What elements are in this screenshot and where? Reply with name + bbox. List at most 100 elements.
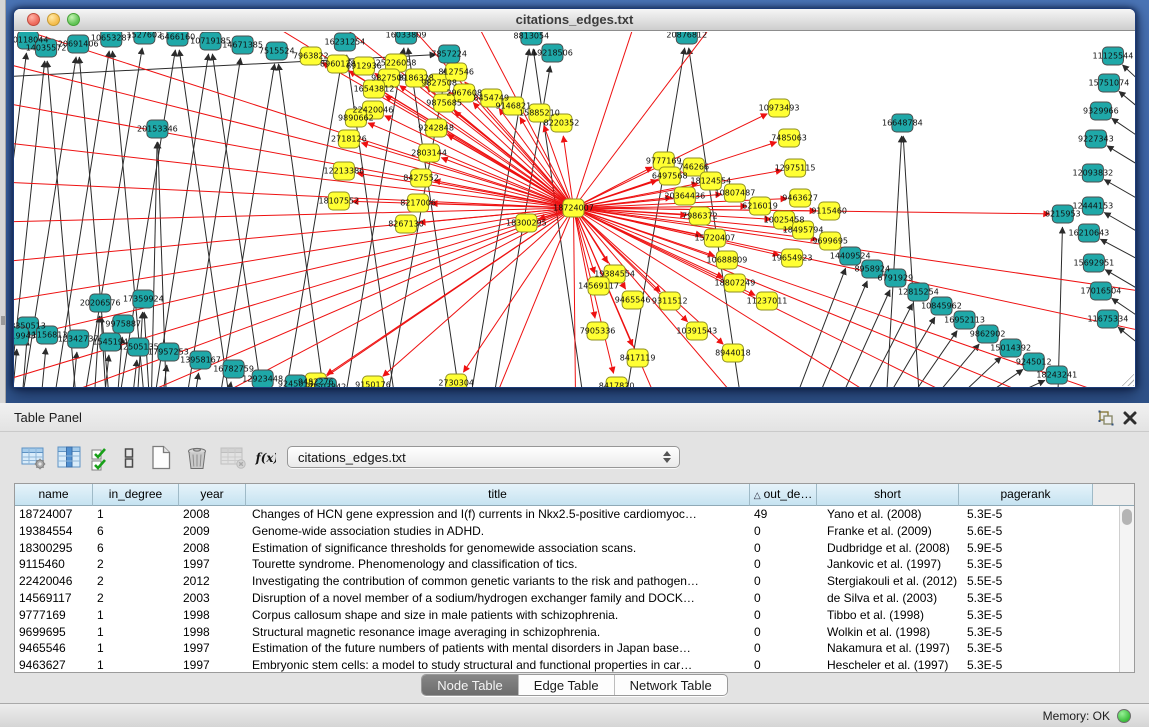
table-cell-year[interactable]: 1998 <box>179 624 246 641</box>
table-cell-name[interactable]: 9463627 <box>15 657 93 672</box>
table-cell-short[interactable]: Jankovic et al. (1997) <box>817 556 959 573</box>
table-cell-in_degree[interactable]: 6 <box>93 540 179 557</box>
table-cell-in_degree[interactable]: 1 <box>93 607 179 624</box>
column-select-button[interactable] <box>90 443 112 473</box>
table-cell-out_de[interactable]: 0 <box>750 556 817 573</box>
column-header-in_degree[interactable]: in_degree <box>93 484 179 506</box>
table-cell-in_degree[interactable]: 2 <box>93 590 179 607</box>
table-cell-short[interactable]: Yano et al. (2008) <box>817 506 959 523</box>
scrollbar-thumb[interactable] <box>1122 509 1132 525</box>
column-header-pagerank[interactable]: pagerank <box>959 484 1093 506</box>
table-cell-short[interactable]: Franke et al. (2009) <box>817 523 959 540</box>
table-cell-short[interactable]: Tibbo et al. (1998) <box>817 607 959 624</box>
table-cell-title[interactable]: Changes of HCN gene expression and I(f) … <box>246 506 750 523</box>
table-row[interactable]: 969969511998Structural magnetic resonanc… <box>15 624 1119 641</box>
table-cell-year[interactable]: 1997 <box>179 640 246 657</box>
table-cell-name[interactable]: 18300295 <box>15 540 93 557</box>
network-view-window[interactable]: citations_edges.txt 18724007796382289601… <box>13 8 1136 388</box>
table-row[interactable]: 1456911722003Disruption of a novel membe… <box>15 590 1119 607</box>
new-column-button[interactable] <box>146 443 176 473</box>
table-cell-pagerank[interactable]: 5.3E-5 <box>959 607 1093 624</box>
table-row[interactable]: 946554611997Estimation of the future num… <box>15 640 1119 657</box>
table-cell-year[interactable]: 1998 <box>179 607 246 624</box>
table-cell-pagerank[interactable]: 5.3E-5 <box>959 506 1093 523</box>
table-cell-title[interactable]: Genome-wide association studies in ADHD. <box>246 523 750 540</box>
table-cell-title[interactable]: Structural magnetic resonance image aver… <box>246 624 750 641</box>
table-cell-in_degree[interactable]: 1 <box>93 624 179 641</box>
minimize-traffic-light-icon[interactable] <box>47 13 60 26</box>
delete-table-button[interactable] <box>218 443 248 473</box>
table-row[interactable]: 2242004622012Investigating the contribut… <box>15 573 1119 590</box>
close-traffic-light-icon[interactable] <box>27 13 40 26</box>
table-cell-title[interactable]: Tourette syndrome. Phenomenology and cla… <box>246 556 750 573</box>
table-cell-year[interactable]: 2012 <box>179 573 246 590</box>
table-cell-name[interactable]: 9115460 <box>15 556 93 573</box>
table-row[interactable]: 977716911998Corpus callosum shape and si… <box>15 607 1119 624</box>
column-header-year[interactable]: year <box>179 484 246 506</box>
table-cell-in_degree[interactable]: 2 <box>93 556 179 573</box>
tab-network-table[interactable]: Network Table <box>614 675 727 695</box>
table-cell-year[interactable]: 1997 <box>179 556 246 573</box>
column-header-name[interactable]: name <box>15 484 93 506</box>
table-cell-in_degree[interactable]: 2 <box>93 573 179 590</box>
float-panel-icon[interactable] <box>1097 409 1115 427</box>
table-cell-name[interactable]: 14569117 <box>15 590 93 607</box>
table-cell-short[interactable]: de Silva et al. (2003) <box>817 590 959 607</box>
delete-column-button[interactable] <box>182 443 212 473</box>
table-cell-name[interactable]: 19384554 <box>15 523 93 540</box>
table-cell-title[interactable]: Estimation of the future numbers of pati… <box>246 640 750 657</box>
table-cell-in_degree[interactable]: 1 <box>93 640 179 657</box>
table-row[interactable]: 946362711997Embryonic stem cells: a mode… <box>15 657 1119 672</box>
table-cell-year[interactable]: 1997 <box>179 657 246 672</box>
table-cell-out_de[interactable]: 0 <box>750 624 817 641</box>
table-cell-name[interactable]: 9699695 <box>15 624 93 641</box>
table-cell-title[interactable]: Estimation of significance thresholds fo… <box>246 540 750 557</box>
table-cell-out_de[interactable]: 49 <box>750 506 817 523</box>
table-vertical-scrollbar[interactable] <box>1119 506 1134 672</box>
table-row[interactable]: 911546021997Tourette syndrome. Phenomeno… <box>15 556 1119 573</box>
table-cell-pagerank[interactable]: 5.9E-5 <box>959 540 1093 557</box>
table-cell-out_de[interactable]: 0 <box>750 640 817 657</box>
close-panel-icon[interactable] <box>1121 409 1139 427</box>
table-cell-out_de[interactable]: 0 <box>750 590 817 607</box>
table-cell-in_degree[interactable]: 6 <box>93 523 179 540</box>
table-cell-pagerank[interactable]: 5.3E-5 <box>959 640 1093 657</box>
column-header-out_de[interactable]: △out_de… <box>750 484 817 506</box>
table-cell-title[interactable]: Corpus callosum shape and size in male p… <box>246 607 750 624</box>
zoom-traffic-light-icon[interactable] <box>67 13 80 26</box>
table-row[interactable]: 1872400712008Changes of HCN gene express… <box>15 506 1119 523</box>
table-cell-pagerank[interactable]: 5.3E-5 <box>959 590 1093 607</box>
table-cell-title[interactable]: Disruption of a novel member of a sodium… <box>246 590 750 607</box>
window-titlebar[interactable]: citations_edges.txt <box>14 9 1135 31</box>
splitter-handle-icon[interactable] <box>1 316 5 325</box>
table-cell-pagerank[interactable]: 5.3E-5 <box>959 657 1093 672</box>
function-builder-button[interactable]: f(x) <box>254 443 276 473</box>
table-cell-short[interactable]: Nakamura et al. (1997) <box>817 640 959 657</box>
table-cell-year[interactable]: 2009 <box>179 523 246 540</box>
table-cell-title[interactable]: Investigating the contribution of common… <box>246 573 750 590</box>
network-table-selector[interactable]: citations_edges.txt <box>287 446 680 468</box>
table-cell-year[interactable]: 2008 <box>179 540 246 557</box>
table-cell-year[interactable]: 2008 <box>179 506 246 523</box>
table-cell-pagerank[interactable]: 5.3E-5 <box>959 624 1093 641</box>
table-settings-button[interactable] <box>18 443 48 473</box>
table-cell-short[interactable]: Stergiakouli et al. (2012) <box>817 573 959 590</box>
table-cell-out_de[interactable]: 0 <box>750 523 817 540</box>
column-header-title[interactable]: title <box>246 484 750 506</box>
table-cell-out_de[interactable]: 0 <box>750 607 817 624</box>
table-cell-pagerank[interactable]: 5.3E-5 <box>959 556 1093 573</box>
left-splitter[interactable] <box>0 0 6 403</box>
table-cell-name[interactable]: 9465546 <box>15 640 93 657</box>
table-cell-short[interactable]: Wolkin et al. (1998) <box>817 624 959 641</box>
column-visibility-button[interactable] <box>54 443 84 473</box>
table-cell-pagerank[interactable]: 5.6E-5 <box>959 523 1093 540</box>
table-cell-pagerank[interactable]: 5.5E-5 <box>959 573 1093 590</box>
tab-node-table[interactable]: Node Table <box>422 675 518 695</box>
table-cell-short[interactable]: Dudbridge et al. (2008) <box>817 540 959 557</box>
table-cell-out_de[interactable]: 0 <box>750 540 817 557</box>
table-row[interactable]: 1830029562008Estimation of significance … <box>15 540 1119 557</box>
table-cell-in_degree[interactable]: 1 <box>93 657 179 672</box>
table-cell-year[interactable]: 2003 <box>179 590 246 607</box>
table-cell-name[interactable]: 18724007 <box>15 506 93 523</box>
row-height-button[interactable] <box>118 443 140 473</box>
